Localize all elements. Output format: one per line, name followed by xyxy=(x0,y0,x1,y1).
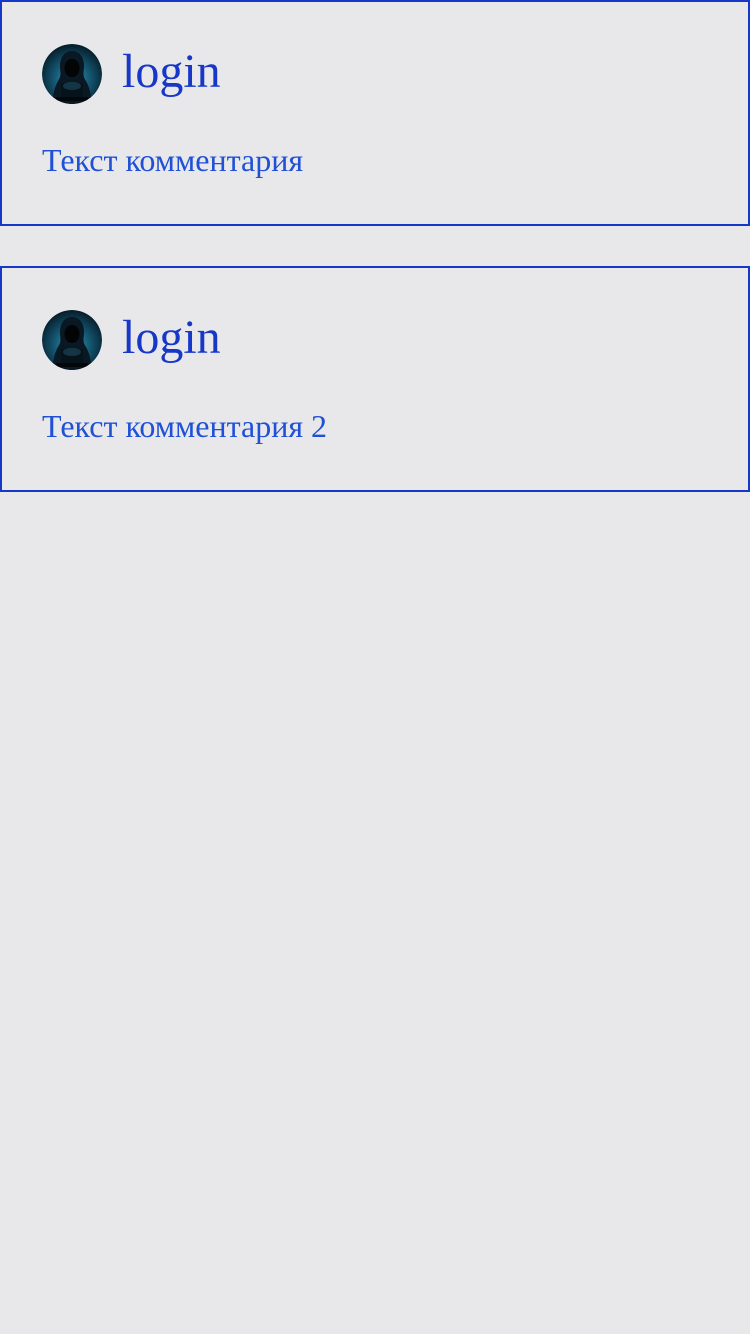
comment-text: Текст комментария xyxy=(42,142,304,178)
author-login[interactable]: login xyxy=(122,42,221,102)
comment-card: login Текст комментария xyxy=(0,0,750,226)
avatar[interactable] xyxy=(42,310,102,370)
comment-text: Текст комментария 2 xyxy=(42,408,328,444)
comments-list: login Текст комментария login Текст комм… xyxy=(0,0,750,492)
comment-card: login Текст комментария 2 xyxy=(0,266,750,492)
author-login[interactable]: login xyxy=(122,308,221,368)
comment-header: login xyxy=(42,310,221,370)
avatar[interactable] xyxy=(42,44,102,104)
comment-header: login xyxy=(42,44,221,104)
